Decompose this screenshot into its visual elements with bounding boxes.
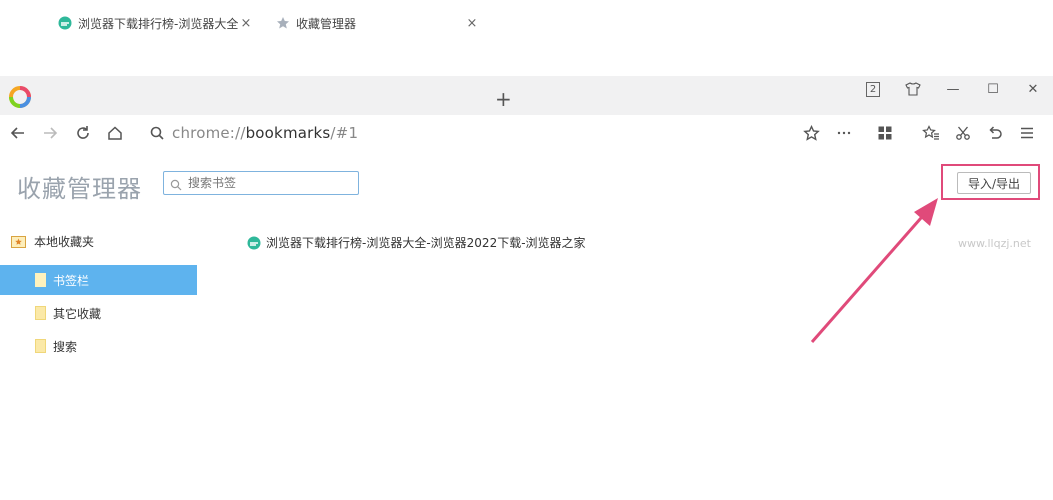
leaf-favicon-icon (58, 16, 72, 30)
tab-close-button[interactable]: × (464, 16, 480, 31)
tab-strip (0, 76, 1053, 115)
scissors-icon[interactable] (953, 123, 973, 143)
skin-icon[interactable] (902, 80, 924, 98)
folder-icon (35, 306, 46, 320)
sidebar-item-search[interactable]: 搜索 (0, 331, 197, 361)
sidebar-item-label: 搜索 (53, 339, 78, 354)
url-path: /#1 (330, 124, 359, 142)
sidebar-item-other[interactable]: 其它收藏 (0, 298, 197, 328)
folder-icon (35, 339, 46, 353)
home-icon[interactable] (105, 123, 125, 143)
browser-logo-icon[interactable] (9, 86, 31, 108)
annotation-arrow (800, 190, 950, 354)
star-folder-icon (11, 235, 26, 248)
bookmark-search-box[interactable] (163, 171, 360, 195)
url-scheme: chrome:// (172, 124, 246, 142)
favorites-icon[interactable] (921, 123, 941, 143)
bookmark-item[interactable]: 浏览器下载排行榜-浏览器大全-浏览器2022下载-浏览器之家 (247, 234, 586, 251)
tab-llqzj[interactable]: 浏览器下载排行榜-浏览器大全 × (48, 7, 262, 39)
bookmark-search-input[interactable] (186, 175, 360, 191)
tab-title: 浏览器下载排行榜-浏览器大全 (78, 16, 238, 31)
sidebar-item-label: 书签栏 (53, 273, 90, 288)
address-bar[interactable]: chrome://bookmarks/#1 (172, 124, 358, 142)
page-title: 收藏管理器 (17, 175, 142, 203)
tab-count-button[interactable]: 2 (862, 80, 884, 98)
close-window-button[interactable]: ✕ (1022, 80, 1044, 98)
menu-icon[interactable] (1017, 123, 1037, 143)
tab-count-badge: 2 (865, 81, 881, 97)
leaf-favicon-icon (247, 236, 261, 250)
tab-bookmark-manager[interactable]: 收藏管理器 × (266, 7, 488, 39)
sidebar-root-label: 本地收藏夹 (34, 235, 95, 249)
bookmark-title: 浏览器下载排行榜-浏览器大全-浏览器2022下载-浏览器之家 (266, 236, 586, 250)
apps-icon[interactable] (875, 123, 895, 143)
maximize-button[interactable]: ☐ (982, 80, 1004, 98)
folder-icon (35, 273, 46, 287)
star-icon[interactable] (801, 123, 821, 143)
search-icon (147, 123, 167, 143)
minimize-button[interactable]: — (942, 80, 964, 98)
reload-icon[interactable] (73, 123, 93, 143)
import-export-button[interactable]: 导入/导出 (957, 172, 1031, 194)
undo-icon[interactable] (985, 123, 1005, 143)
sidebar-root[interactable]: 本地收藏夹 (11, 233, 94, 250)
star-favicon-icon (276, 16, 290, 30)
back-icon[interactable] (8, 123, 28, 143)
sidebar-item-bookmarks-bar[interactable]: 书签栏 (0, 265, 197, 295)
tab-close-button[interactable]: × (238, 16, 254, 31)
search-icon (170, 176, 182, 195)
forward-icon[interactable] (40, 123, 60, 143)
more-icon[interactable] (834, 123, 854, 143)
new-tab-button[interactable]: + (495, 87, 512, 111)
sidebar-item-label: 其它收藏 (53, 306, 102, 321)
url-host: bookmarks (245, 124, 331, 142)
tab-title: 收藏管理器 (296, 16, 357, 31)
watermark: www.llqzj.net (958, 237, 1031, 250)
